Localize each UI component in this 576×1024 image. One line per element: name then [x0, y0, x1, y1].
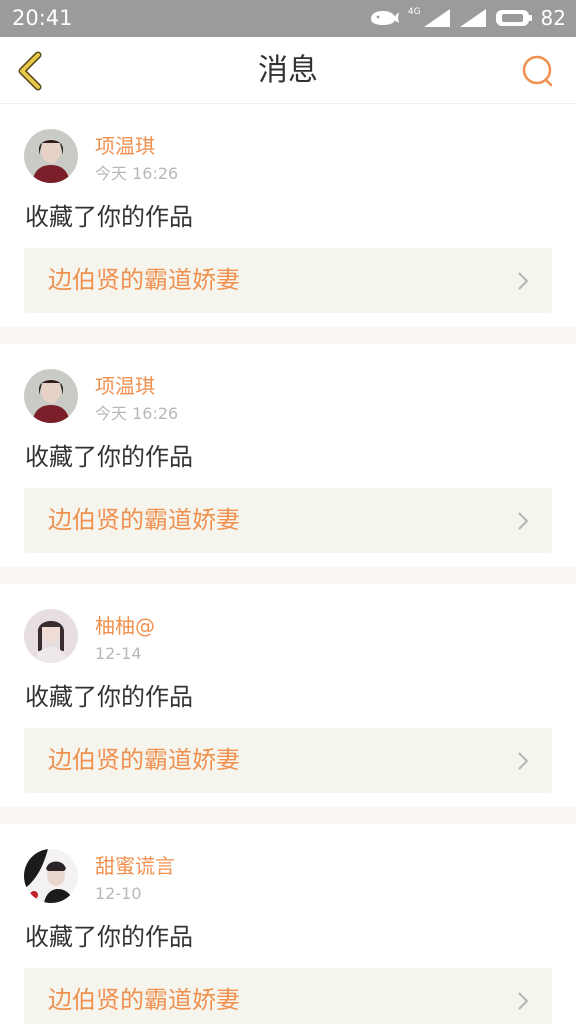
battery-percent: 82	[540, 6, 566, 30]
user-name[interactable]: 柚柚@	[95, 614, 155, 638]
nav-bar: 消息	[0, 37, 576, 104]
status-indicators: 4G 82	[368, 5, 566, 31]
work-title: 边伯贤的霸道娇妻	[48, 506, 240, 534]
status-time: 20:41	[12, 6, 73, 30]
network-type: 4G	[407, 7, 421, 17]
chevron-right-icon	[518, 512, 529, 530]
message-time: 12-10	[95, 884, 142, 903]
signal-icon	[423, 9, 450, 27]
work-title: 边伯贤的霸道娇妻	[48, 746, 240, 774]
message-time: 今天 16:26	[95, 164, 179, 183]
chevron-right-icon	[518, 752, 529, 770]
avatar[interactable]	[24, 609, 78, 663]
message-item: 项温琪 今天 16:26 收藏了你的作品 边伯贤的霸道娇妻	[0, 104, 576, 327]
work-title: 边伯贤的霸道娇妻	[48, 266, 240, 294]
work-link[interactable]: 边伯贤的霸道娇妻	[24, 728, 552, 793]
search-icon[interactable]	[518, 51, 558, 91]
page-title: 消息	[258, 53, 318, 88]
message-time: 12-14	[95, 644, 142, 663]
chevron-right-icon	[518, 992, 529, 1010]
avatar[interactable]	[24, 849, 78, 903]
message-item: 甜蜜谎言 12-10 收藏了你的作品 边伯贤的霸道娇妻	[0, 824, 576, 1024]
status-bar: 20:41 4G 82	[0, 0, 576, 37]
avatar[interactable]	[24, 369, 78, 423]
divider	[0, 567, 576, 584]
user-name[interactable]: 项温琪	[95, 134, 155, 158]
message-item: 项温琪 今天 16:26 收藏了你的作品 边伯贤的霸道娇妻	[0, 344, 576, 567]
user-name[interactable]: 项温琪	[95, 374, 155, 398]
message-list: 项温琪 今天 16:26 收藏了你的作品 边伯贤的霸道娇妻 项温琪 今天 16:…	[0, 104, 576, 1024]
message-action: 收藏了你的作品	[25, 923, 193, 951]
whale-icon	[370, 11, 399, 25]
work-link[interactable]: 边伯贤的霸道娇妻	[24, 968, 552, 1024]
work-link[interactable]: 边伯贤的霸道娇妻	[24, 248, 552, 313]
avatar[interactable]	[24, 129, 78, 183]
chevron-right-icon	[518, 272, 529, 290]
message-action: 收藏了你的作品	[25, 683, 193, 711]
work-link[interactable]: 边伯贤的霸道娇妻	[24, 488, 552, 553]
divider	[0, 807, 576, 824]
work-title: 边伯贤的霸道娇妻	[48, 986, 240, 1014]
battery-icon	[495, 10, 532, 26]
message-item: 柚柚@ 12-14 收藏了你的作品 边伯贤的霸道娇妻	[0, 584, 576, 807]
message-time: 今天 16:26	[95, 404, 179, 423]
message-action: 收藏了你的作品	[25, 443, 193, 471]
user-name[interactable]: 甜蜜谎言	[95, 854, 175, 878]
wifi-signal-icon	[459, 9, 486, 27]
message-action: 收藏了你的作品	[25, 203, 193, 231]
divider	[0, 327, 576, 344]
